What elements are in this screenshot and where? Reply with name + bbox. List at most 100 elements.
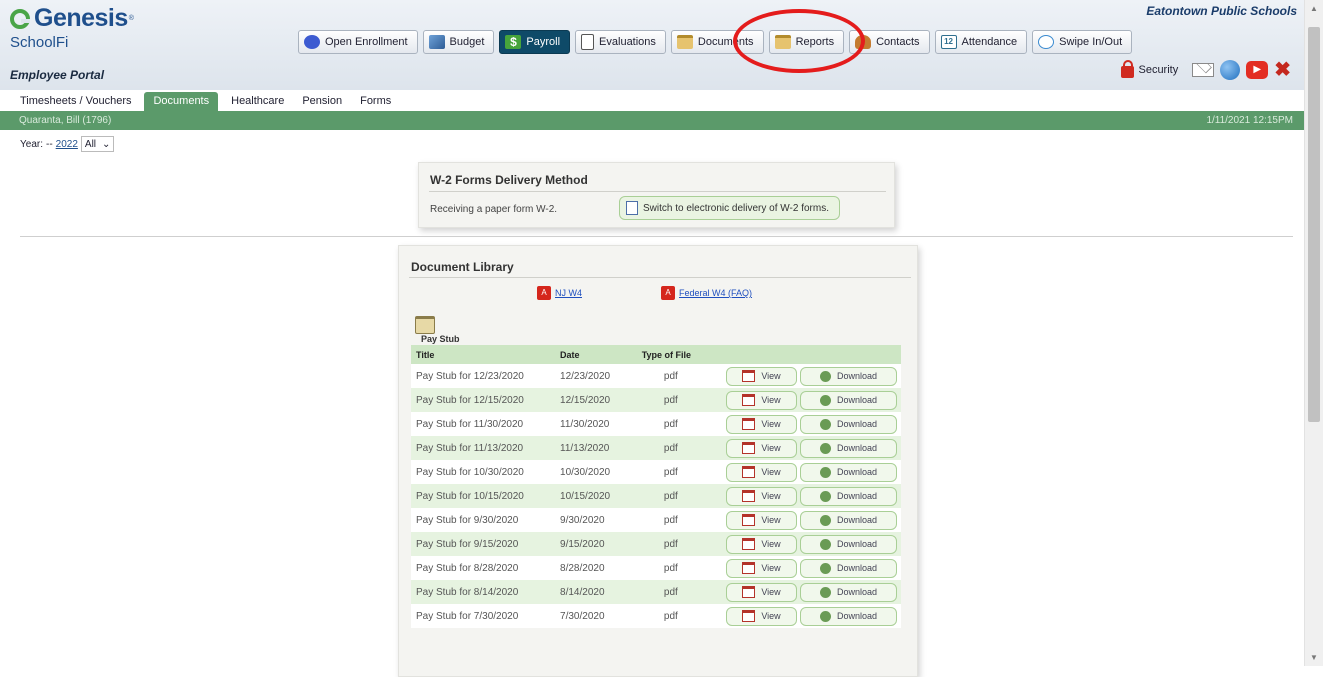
pay-stub-section-header — [415, 316, 435, 334]
column-header-actions — [722, 345, 901, 364]
download-button[interactable]: Download — [800, 438, 897, 458]
row-title: Pay Stub for 12/23/2020 — [411, 364, 556, 388]
row-file-type: pdf — [636, 604, 722, 628]
federal-w4-link-label[interactable]: Federal W4 (FAQ) — [679, 288, 752, 298]
download-icon — [819, 538, 831, 550]
download-label: Download — [836, 587, 878, 597]
close-icon[interactable]: ✖ — [1274, 60, 1291, 80]
security-link[interactable]: Security — [1121, 60, 1178, 78]
help-globe-icon[interactable] — [1220, 60, 1241, 80]
download-icon — [819, 418, 831, 430]
view-button[interactable]: View — [726, 510, 797, 530]
nav-swipe-in-out[interactable]: Swipe In/Out — [1032, 30, 1133, 54]
tab-pension[interactable]: Pension — [293, 92, 351, 111]
video-icon[interactable]: ▶ — [1246, 61, 1269, 79]
view-button[interactable]: View — [726, 438, 797, 458]
mail-icon[interactable] — [1192, 63, 1215, 77]
download-button[interactable]: Download — [800, 582, 897, 602]
pay-stub-section-label: Pay Stub — [421, 334, 460, 344]
view-label: View — [761, 515, 781, 525]
table-row: Pay Stub for 12/15/2020 12/15/2020 pdf V… — [411, 388, 901, 412]
scroll-down-arrow-icon[interactable]: ▼ — [1310, 653, 1318, 662]
row-title: Pay Stub for 8/28/2020 — [411, 556, 556, 580]
download-button[interactable]: Download — [800, 606, 897, 626]
download-icon — [819, 586, 831, 598]
table-row: Pay Stub for 10/15/2020 10/15/2020 pdf V… — [411, 484, 901, 508]
tab-forms[interactable]: Forms — [351, 92, 400, 111]
view-calendar-icon — [742, 394, 756, 406]
nav-label: Contacts — [876, 36, 920, 48]
switch-electronic-w2-button[interactable]: Switch to electronic delivery of W-2 for… — [619, 196, 840, 220]
view-button[interactable]: View — [726, 606, 797, 626]
genesis-logo[interactable]: Genesis ® SchoolFi — [10, 4, 134, 51]
nav-open-enrollment[interactable]: Open Enrollment — [298, 30, 418, 54]
row-title: Pay Stub for 10/15/2020 — [411, 484, 556, 508]
table-header-row: Title Date Type of File — [411, 345, 901, 364]
view-label: View — [761, 467, 781, 477]
table-row: Pay Stub for 11/30/2020 11/30/2020 pdf V… — [411, 412, 901, 436]
budget-icon — [428, 35, 445, 49]
download-label: Download — [836, 371, 878, 381]
view-button[interactable]: View — [726, 534, 797, 554]
year-filter: Year: -- 2022 All ⌄ — [20, 136, 115, 152]
nav-evaluations[interactable]: Evaluations — [575, 30, 666, 54]
scrollbar-thumb[interactable] — [1308, 27, 1320, 422]
view-calendar-icon — [742, 466, 756, 478]
download-button[interactable]: Download — [800, 510, 897, 530]
view-button[interactable]: View — [726, 582, 797, 602]
table-row: Pay Stub for 12/23/2020 12/23/2020 pdf V… — [411, 364, 901, 388]
download-button[interactable]: Download — [800, 558, 897, 578]
view-calendar-icon — [742, 442, 756, 454]
download-label: Download — [836, 395, 878, 405]
row-file-type: pdf — [636, 436, 722, 460]
page-scrollbar[interactable]: ▲ ▼ — [1304, 0, 1323, 666]
download-label: Download — [836, 491, 878, 501]
view-button[interactable]: View — [726, 414, 797, 434]
row-file-type: pdf — [636, 508, 722, 532]
view-label: View — [761, 563, 781, 573]
download-button[interactable]: Download — [800, 462, 897, 482]
federal-w4-link[interactable]: A Federal W4 (FAQ) — [661, 286, 752, 300]
download-button[interactable]: Download — [800, 414, 897, 434]
year-select-value: All — [84, 138, 97, 150]
divider — [409, 277, 911, 278]
swipe-clock-icon — [1038, 35, 1055, 49]
column-header-title: Title — [411, 345, 556, 364]
row-title: Pay Stub for 12/15/2020 — [411, 388, 556, 412]
year-link[interactable]: 2022 — [56, 139, 78, 150]
download-button[interactable]: Download — [800, 534, 897, 554]
view-button[interactable]: View — [726, 486, 797, 506]
view-button[interactable]: View — [726, 558, 797, 578]
download-icon — [819, 610, 831, 622]
download-button[interactable]: Download — [800, 366, 897, 386]
table-row: Pay Stub for 9/30/2020 9/30/2020 pdf Vie… — [411, 508, 901, 532]
nj-w4-link-label[interactable]: NJ W4 — [555, 288, 582, 298]
nav-label: Attendance — [961, 36, 1018, 48]
nav-payroll[interactable]: $ Payroll — [499, 30, 571, 54]
download-button[interactable]: Download — [800, 390, 897, 410]
tab-documents[interactable]: Documents — [144, 92, 219, 111]
nav-budget[interactable]: Budget — [422, 30, 495, 54]
view-label: View — [761, 611, 781, 621]
download-button[interactable]: Download — [800, 486, 897, 506]
nj-w4-link[interactable]: A NJ W4 — [537, 286, 582, 300]
table-row: Pay Stub for 7/30/2020 7/30/2020 pdf Vie… — [411, 604, 901, 628]
pdf-icon: A — [537, 286, 551, 300]
nav-label: Swipe In/Out — [1059, 36, 1123, 48]
view-button[interactable]: View — [726, 462, 797, 482]
tab-timesheets-vouchers[interactable]: Timesheets / Vouchers — [0, 92, 140, 111]
documents-folder-icon — [676, 35, 693, 49]
session-timestamp: 1/11/2021 12:15PM — [1206, 115, 1293, 126]
download-icon — [819, 562, 831, 574]
row-date: 11/13/2020 — [555, 436, 637, 460]
nav-attendance[interactable]: 12 Attendance — [934, 30, 1028, 54]
view-button[interactable]: View — [726, 366, 797, 386]
nav-label: Evaluations — [599, 36, 656, 48]
w2-status-text: Receiving a paper form W-2. — [430, 204, 558, 215]
view-button[interactable]: View — [726, 390, 797, 410]
row-file-type: pdf — [636, 364, 722, 388]
tab-healthcare[interactable]: Healthcare — [222, 92, 293, 111]
scroll-up-arrow-icon[interactable]: ▲ — [1310, 4, 1318, 13]
portal-label: Employee Portal — [10, 68, 105, 82]
year-select[interactable]: All ⌄ — [80, 136, 115, 152]
